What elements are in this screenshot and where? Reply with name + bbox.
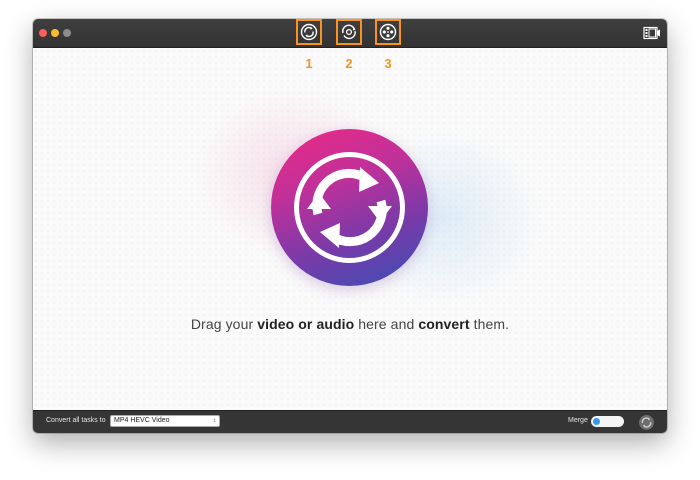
- convert-tool-button[interactable]: [296, 19, 322, 45]
- convert-icon: [300, 23, 318, 41]
- film-strip-icon[interactable]: [643, 26, 661, 40]
- convert-arrows-icon: [294, 152, 405, 263]
- drop-text-suffix: them.: [469, 316, 510, 332]
- app-window: Drag your video or audio here and conver…: [33, 19, 667, 433]
- title-bar: [33, 19, 667, 48]
- minimize-window-button[interactable]: [51, 29, 59, 37]
- merge-toggle-knob: [593, 418, 600, 425]
- format-select[interactable]: MP4 HEVC Video ↕: [110, 415, 220, 427]
- close-window-button[interactable]: [39, 29, 47, 37]
- merge-label: Merge: [568, 417, 588, 424]
- drop-text-bold-media: video or audio: [257, 316, 355, 332]
- annotation-2: 2: [345, 56, 353, 71]
- format-select-value: MP4 HEVC Video: [114, 417, 170, 424]
- film-reel-icon: [379, 23, 397, 41]
- zoom-window-button[interactable]: [63, 29, 71, 37]
- film-tool-button[interactable]: [375, 19, 401, 45]
- annotation-3: 3: [384, 56, 392, 71]
- drop-instructions: Drag your video or audio here and conver…: [33, 316, 667, 332]
- rotate-icon: [342, 24, 356, 40]
- bottom-bar: Convert all tasks to MP4 HEVC Video ↕ Me…: [33, 410, 667, 433]
- drop-area[interactable]: Drag your video or audio here and conver…: [33, 48, 667, 410]
- rotate-tool-button[interactable]: [336, 19, 362, 45]
- convert-all-button[interactable]: [638, 414, 655, 431]
- drop-text-middle: here and: [354, 316, 419, 332]
- select-arrows-icon: ↕: [213, 418, 216, 424]
- convert-logo: [271, 129, 428, 286]
- annotation-1: 1: [305, 56, 313, 71]
- drop-text-bold-convert: convert: [418, 316, 470, 332]
- drop-text-prefix: Drag your: [190, 316, 258, 332]
- merge-toggle[interactable]: [591, 416, 624, 427]
- convert-all-label: Convert all tasks to: [46, 417, 106, 424]
